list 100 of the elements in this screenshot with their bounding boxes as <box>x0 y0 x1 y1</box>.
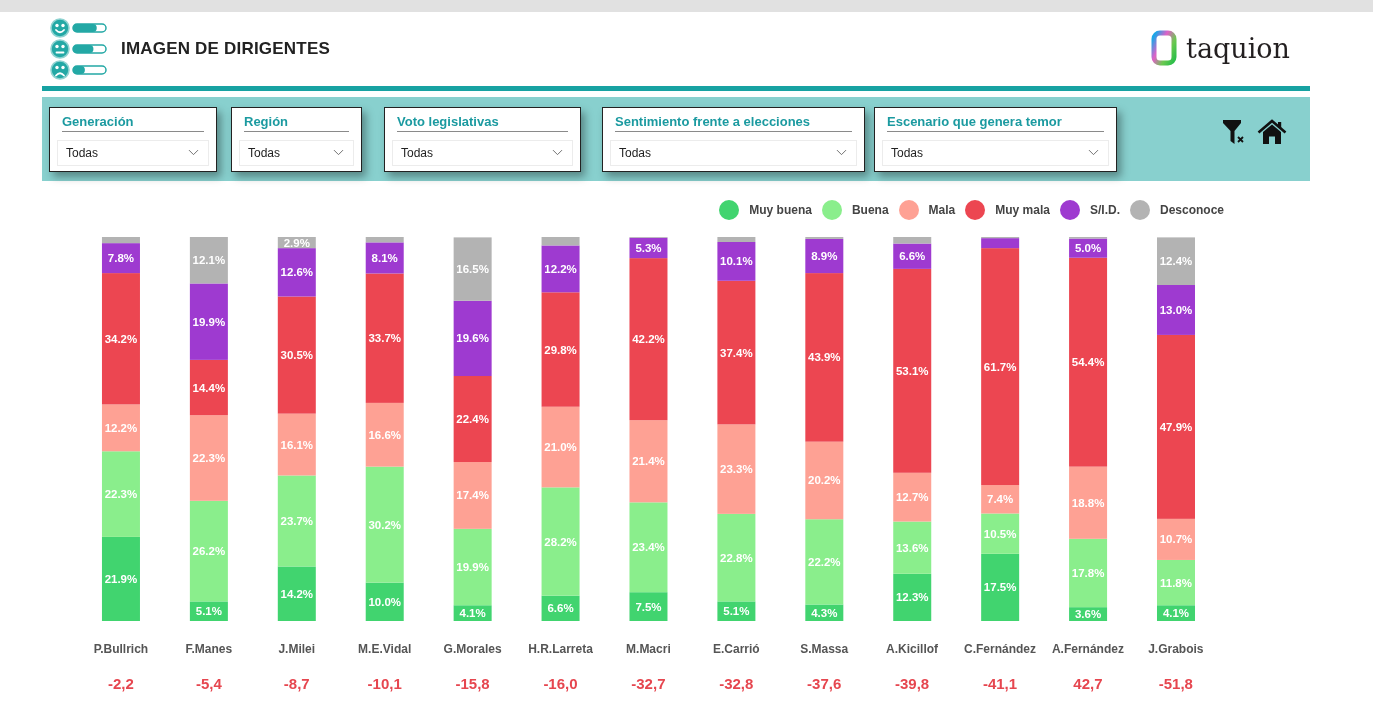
data-label: 22.3% <box>104 488 138 501</box>
select-dropdown[interactable]: Todas <box>57 139 209 166</box>
rating-scale-icon <box>50 18 108 80</box>
data-label: 22.2% <box>808 555 841 568</box>
data-label: 21.4% <box>632 455 665 468</box>
data-label: 33.7% <box>368 332 401 345</box>
page-title: IMAGEN DE DIRIGENTES <box>121 38 330 61</box>
data-label: 20.2% <box>808 474 841 487</box>
data-label: 5.1% <box>195 605 222 618</box>
data-label: 7.5% <box>635 600 662 613</box>
net-score: -39,8 <box>895 675 930 693</box>
net-score: -32,7 <box>631 675 666 693</box>
data-label: 23.4% <box>632 541 665 554</box>
select-dropdown[interactable]: Todas <box>239 139 354 166</box>
data-label: 22.4% <box>456 413 489 425</box>
data-label: 7.4% <box>987 493 1014 506</box>
data-label: 14.2% <box>280 587 314 600</box>
data-label: 61.7% <box>983 360 1017 373</box>
select-dropdown[interactable]: Todas <box>392 139 573 166</box>
data-label: 17.5% <box>983 581 1017 594</box>
category-label: J.Grabois <box>1148 642 1204 657</box>
category-label: P.Bullrich <box>93 642 149 657</box>
data-label: 6.6% <box>899 250 926 263</box>
legend-label: Muy buena <box>749 202 812 219</box>
filter-title: Región <box>244 112 290 130</box>
data-label: 12.2% <box>544 262 577 275</box>
home-icon[interactable] <box>1257 119 1287 145</box>
data-label: 5.0% <box>1075 242 1102 255</box>
data-label: 12.1% <box>192 254 226 267</box>
data-label: 10.5% <box>983 527 1017 540</box>
net-score: -2,2 <box>108 675 134 693</box>
data-label: 16.6% <box>368 428 401 441</box>
data-label: 17.4% <box>456 489 489 502</box>
data-label: 8.1% <box>371 251 398 264</box>
net-score: -16,0 <box>543 675 578 693</box>
category-label: C.Fernández <box>964 642 1036 657</box>
data-label: 17.8% <box>1071 567 1105 579</box>
data-label: 28.2% <box>544 535 577 548</box>
data-label: 12.2% <box>104 421 138 434</box>
filter-title: Escenario que genera temor <box>887 112 1063 130</box>
data-label: 12.7% <box>895 491 929 504</box>
data-label: 10.1% <box>720 255 753 268</box>
category-label: F.Manes <box>185 642 233 657</box>
legend-label: Muy mala <box>995 202 1050 219</box>
data-label: 30.5% <box>280 349 314 362</box>
legend-label: Desconoce <box>1159 202 1224 219</box>
category-label: A.Fernández <box>1051 642 1124 657</box>
filter-title: Sentimiento frente a elecciones <box>615 112 812 130</box>
data-label: 10.7% <box>1159 533 1193 546</box>
data-label: 11.8% <box>1160 576 1192 589</box>
legend-label: S/I.D. <box>1089 202 1120 219</box>
select-dropdown[interactable]: Todas <box>882 139 1109 166</box>
net-score: -37,6 <box>807 675 842 693</box>
data-label: 30.2% <box>368 518 401 531</box>
category-label: S.Massa <box>800 642 849 657</box>
data-label: 22.3% <box>192 452 226 464</box>
legend-label: Buena <box>851 202 889 219</box>
data-label: 42.2% <box>632 333 665 346</box>
net-score: -51,8 <box>1158 675 1193 693</box>
data-label: 12.4% <box>1159 255 1193 268</box>
data-label: 54.4% <box>1071 356 1105 369</box>
data-label: 53.1% <box>895 364 929 377</box>
data-label: 6.6% <box>547 602 574 615</box>
data-label: 37.4% <box>720 346 753 359</box>
data-label: 26.2% <box>192 545 226 558</box>
data-label: 34.2% <box>104 332 138 345</box>
category-label: G.Morales <box>443 642 502 657</box>
category-label: E.Carrió <box>712 642 760 657</box>
data-label: 21.9% <box>104 572 138 585</box>
data-label: 23.3% <box>720 463 753 476</box>
category-label: M.E.Vidal <box>358 642 412 657</box>
data-label: 7.8% <box>107 252 135 265</box>
data-label: 12.3% <box>895 591 929 604</box>
data-label: 43.9% <box>808 351 841 364</box>
category-label: M.Macri <box>626 642 671 657</box>
data-label: 19.9% <box>192 315 226 328</box>
net-score: -32,8 <box>719 675 754 693</box>
category-label: H.R.Larreta <box>528 642 593 657</box>
data-label: 13.0% <box>1159 303 1193 316</box>
filter-title: Generación <box>62 112 135 130</box>
net-score: -10,1 <box>367 675 402 693</box>
clear-filter-icon[interactable] <box>1222 119 1246 145</box>
filter-title: Voto legislativas <box>397 112 500 130</box>
net-score: -41,1 <box>982 675 1018 693</box>
data-label: 29.8% <box>544 343 577 356</box>
data-label: 16.1% <box>280 438 314 451</box>
category-label: J.Milei <box>278 642 316 657</box>
data-label: 2.9% <box>283 237 310 249</box>
data-label: 12.6% <box>280 266 314 279</box>
data-label: 4.1% <box>459 607 486 620</box>
data-label: 14.4% <box>192 381 226 394</box>
logo-text: taquion <box>1186 34 1290 62</box>
data-label: 23.7% <box>280 514 314 527</box>
net-score: -15,8 <box>455 675 490 693</box>
select-dropdown[interactable]: Todas <box>610 139 857 166</box>
data-label: 19.9% <box>456 561 489 574</box>
net-score: -8,7 <box>283 675 310 693</box>
data-label: 5.1% <box>723 605 750 618</box>
data-label: 4.3% <box>811 606 838 619</box>
data-label: 3.6% <box>1075 608 1102 621</box>
